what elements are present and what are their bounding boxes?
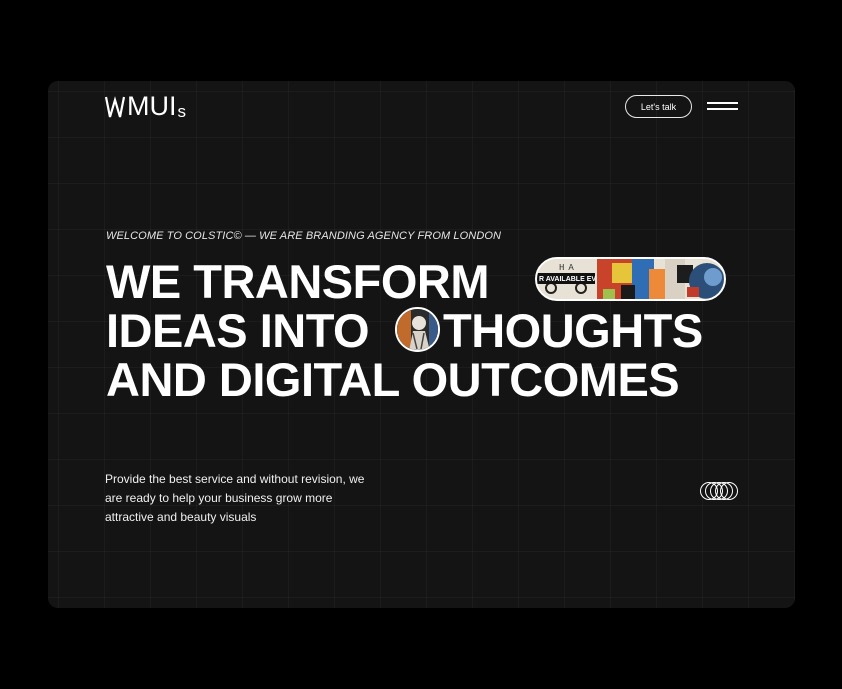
brand-logo[interactable]: MUI s bbox=[105, 93, 186, 120]
hero-description: Provide the best service and without rev… bbox=[105, 472, 365, 524]
hamburger-icon[interactable] bbox=[707, 100, 738, 112]
logo-mark-icon bbox=[105, 96, 125, 118]
pill-caption: R AVAILABLE EV bbox=[539, 276, 596, 283]
headline-line-2-start: IDEAS INTO bbox=[106, 304, 370, 357]
headline-line-3: AND DIGITAL OUTCOMES bbox=[106, 353, 680, 406]
hero-eyebrow: WELCOME TO COLSTIC© — WE ARE BRANDING AG… bbox=[106, 230, 502, 242]
headline-line-2-end: THOUGHTS bbox=[443, 304, 703, 357]
logo-suffix: s bbox=[177, 102, 187, 121]
collage-pill-image: HA R AVAILABLE EV bbox=[535, 257, 726, 301]
menu-line bbox=[707, 102, 738, 104]
pill-top-text: HA bbox=[559, 263, 578, 273]
headline-line-1: WE TRANSFORM bbox=[106, 255, 490, 308]
hero-panel: MUI s Let's talk WELCOME TO COLSTIC© — W… bbox=[48, 81, 795, 608]
overlapping-rings-icon[interactable] bbox=[699, 481, 739, 501]
logo-text: MUI bbox=[127, 91, 177, 121]
collage-artwork: HA R AVAILABLE EV bbox=[537, 259, 724, 299]
menu-line bbox=[707, 108, 738, 110]
figure-circle-image bbox=[395, 307, 440, 352]
page: MUI s Let's talk WELCOME TO COLSTIC© — W… bbox=[0, 0, 842, 689]
lets-talk-button[interactable]: Let's talk bbox=[625, 95, 692, 118]
